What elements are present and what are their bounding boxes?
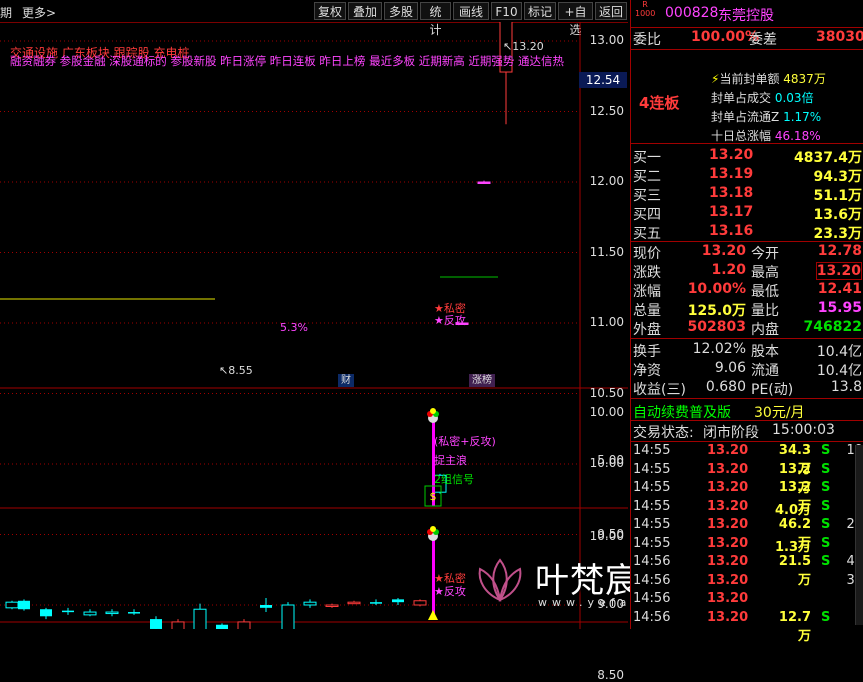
candle-body — [193, 608, 207, 629]
quote-panel: R 1000 000828 东莞控股 委比 100.00% 委差 38030 4连… — [630, 0, 863, 644]
tick-row: 14:5513.2034.3万S19 — [633, 443, 863, 477]
bid-row[interactable]: 买四 13.17 13.6万 — [631, 204, 863, 223]
pane3-axis-10: 10.00 — [589, 529, 624, 543]
board-label: 4连板 — [639, 94, 680, 112]
current-price-tag: 12.54 — [579, 72, 627, 88]
bid-row[interactable]: 买三 13.18 51.1万 — [631, 185, 863, 204]
pane2-axis-10: 10.00 — [589, 405, 624, 419]
price-axis-label: 8.50 — [597, 667, 624, 682]
kline-chart-area[interactable]: $ — [0, 22, 628, 629]
candle-body — [171, 621, 185, 629]
price-axis-label: 11.00 — [589, 315, 624, 329]
tick-row: 14:5513.2013.2万S7 — [633, 461, 863, 496]
candle-body — [413, 600, 427, 606]
bid-row[interactable]: 买五 13.16 23.3万 — [631, 223, 863, 242]
pane2-text-2: 捉主浪 — [434, 454, 467, 467]
fundamental-row: 净资 9.06 流通 10.4亿 — [633, 360, 862, 379]
pane2-text-1: (私密+反攻) — [434, 435, 496, 448]
svg-text:$: $ — [430, 490, 437, 503]
pane2-text-3: 2组信号 — [434, 473, 474, 486]
toolbar-button-0[interactable]: 复权 — [314, 2, 346, 20]
low-label: ↖8.55 — [219, 364, 253, 377]
candle-body — [260, 605, 272, 608]
toolbar-button-3[interactable]: 统计 — [420, 2, 451, 37]
candle-body — [237, 621, 251, 629]
tick-row: 14:5513.2046.2万S20 — [633, 517, 863, 551]
candle-body — [105, 611, 119, 615]
ticks-scrollbar[interactable] — [855, 445, 863, 625]
signal-main-2: ★反攻 — [434, 314, 466, 327]
candle-body — [477, 181, 491, 184]
tick-row: 14:5513.2013.2万S2 — [633, 480, 863, 514]
toolbar-button-5[interactable]: F10 — [491, 2, 522, 20]
candle-body — [281, 604, 295, 629]
candle-body — [5, 601, 19, 609]
candle-body — [83, 611, 97, 616]
quote-row: 涨幅 10.00% 最低 12.41 — [633, 281, 862, 300]
toolbar-button-8[interactable]: 返回 — [595, 2, 627, 20]
high-label: ↖13.20 — [503, 40, 544, 53]
toolbar-button-6[interactable]: 标记 — [524, 2, 556, 20]
more-menu[interactable]: 更多> — [22, 4, 56, 21]
limit-list-marker[interactable]: 涨榜 — [469, 374, 495, 387]
finance-marker[interactable]: 财 — [338, 374, 354, 387]
pane3-text-2: ★反攻 — [434, 585, 466, 598]
quote-row: 现价 13.20 今开 12.78 — [633, 243, 862, 262]
candle-body — [128, 612, 140, 614]
quote-row: 总量 125.0万 量比 15.95 — [633, 300, 862, 319]
candle-body — [18, 600, 30, 610]
fundamental-row: 换手 12.02% 股本 10.4亿 — [633, 341, 862, 360]
seal-stat-row: 封单占流通Z 1.17% — [711, 110, 822, 124]
period-label[interactable]: 期 — [0, 4, 12, 21]
price-axis-label: 13.00 — [589, 33, 624, 47]
candle-body — [347, 601, 361, 605]
tick-row: 14:5613.2032 — [633, 572, 863, 588]
concept-tags-line2: 融资融券 参股金融 深股通标的 参股新股 昨日涨停 昨日连板 昨日上榜 最近多板… — [10, 54, 565, 68]
candle-body — [150, 619, 162, 629]
lotus-logo-icon — [478, 558, 522, 602]
tick-row: 14:5613.2012.7万S9 — [633, 609, 863, 644]
seal-stat-row: 十日总涨幅 46.18% — [711, 129, 821, 143]
candle-body — [370, 602, 382, 604]
badge-icon: R 1000 — [635, 0, 656, 18]
price-axis-label: 12.00 — [589, 174, 624, 188]
tick-row: 14:5613.201 — [633, 591, 863, 606]
stock-code: 000828 — [665, 5, 719, 21]
trade-state-row: 交易状态: 闭市阶段 15:00:03 — [633, 422, 835, 441]
tick-row: 14:5513.201.3万S3 — [633, 535, 863, 555]
seal-stat-row: ⚡当前封单额 4837万 — [711, 72, 826, 86]
tick-row: 14:5613.2021.5万S45 — [633, 554, 863, 588]
seal-stat-row: 封单占成交 0.03倍 — [711, 91, 814, 105]
top-toolbar: 期 更多> 复权 叠加 多股 统计 画线 F10 标记 +自选 返回 — [0, 0, 628, 37]
fundamental-row: 收益(三) 0.680 PE(动) 13.8 — [633, 379, 862, 398]
toolbar-button-2[interactable]: 多股 — [384, 2, 418, 20]
price-axis-label: 10.50 — [589, 385, 624, 400]
price-axis-label: 12.50 — [589, 103, 624, 118]
quote-row: 涨跌 1.20 最高 13.20 — [633, 262, 862, 281]
toolbar-button-7[interactable]: +自选 — [558, 2, 593, 37]
candle-body — [392, 599, 404, 603]
candle-body — [216, 624, 228, 629]
price-axis-label: 11.50 — [589, 244, 624, 259]
commission-row: 委比 100.00% 委差 38030 — [633, 29, 863, 48]
pane2-axis-5: 5.00 — [597, 453, 624, 467]
candle-body — [303, 601, 317, 606]
quote-row: 外盘 502803 内盘 746822 — [633, 319, 862, 338]
candle-body — [62, 610, 74, 613]
tick-row: 14:5513.204.0万S8 — [633, 498, 863, 518]
stock-name: 东莞控股 — [718, 8, 774, 24]
pane3-triangle-icon — [428, 610, 438, 620]
candle-body — [325, 604, 339, 607]
candle-body — [40, 609, 52, 617]
promo-row[interactable]: 自动续费普及版 30元/月 — [631, 402, 863, 421]
bid-row[interactable]: 买一 13.20 4837.4万 — [631, 147, 863, 166]
pct-label: 5.3% — [280, 321, 308, 334]
bid-row[interactable]: 买二 13.19 94.3万 — [631, 166, 863, 185]
toolbar-button-1[interactable]: 叠加 — [348, 2, 382, 20]
toolbar-button-4[interactable]: 画线 — [453, 2, 489, 20]
